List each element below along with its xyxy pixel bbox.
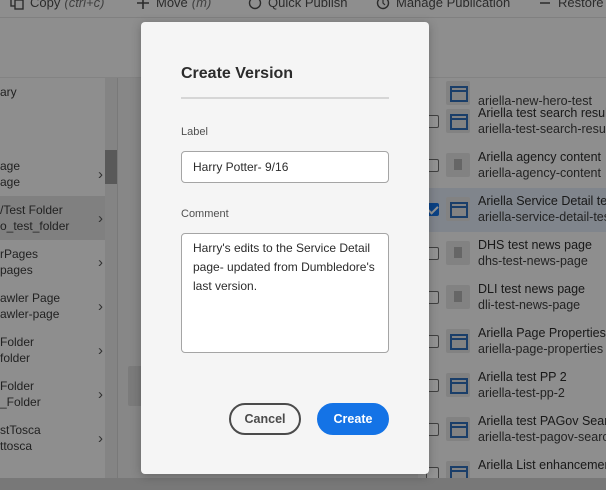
comment-field-label: Comment xyxy=(181,208,229,220)
dialog-divider xyxy=(181,97,389,99)
comment-textarea[interactable]: Harry's edits to the Service Detail page… xyxy=(181,233,389,353)
label-input[interactable] xyxy=(181,151,389,183)
label-field-label: Label xyxy=(181,126,208,138)
dialog-title: Create Version xyxy=(181,65,294,82)
create-version-dialog: Create Version Label Comment Harry's edi… xyxy=(141,22,429,474)
cancel-button[interactable]: Cancel xyxy=(229,403,301,435)
create-button[interactable]: Create xyxy=(317,403,389,435)
